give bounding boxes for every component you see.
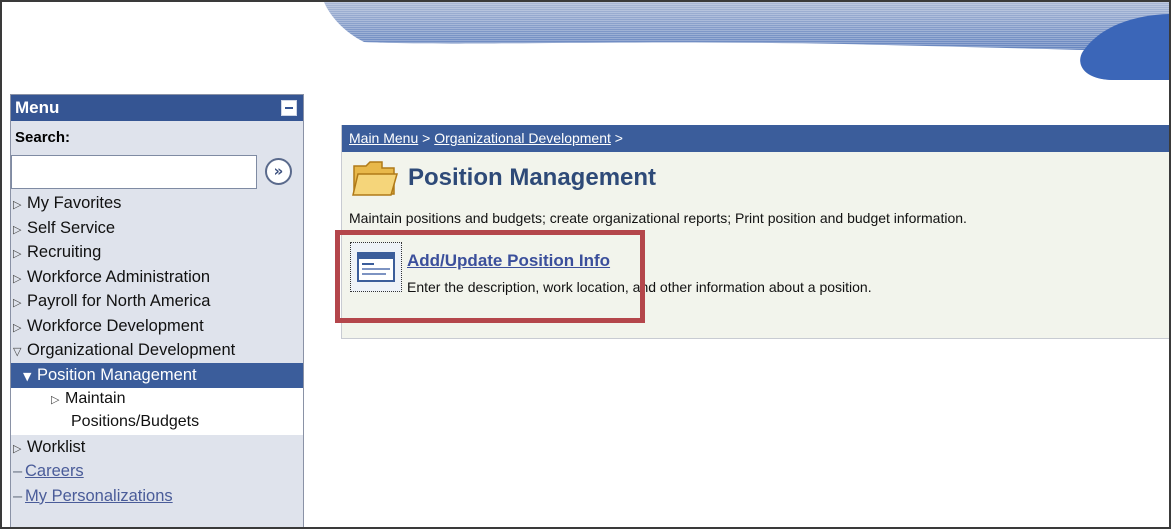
left-menu: Menu Search: » ▷ My Favorites ▷ Self Servi…	[10, 94, 304, 527]
menu-item-my-favorites[interactable]: ▷ My Favorites	[11, 191, 303, 216]
collapsed-arrow-icon: ▷	[13, 222, 22, 236]
submenu-container: ▷ Maintain Positions/Budgets	[11, 387, 303, 435]
page-header: Position Management	[342, 152, 1169, 207]
dash-icon: –	[13, 486, 23, 505]
component-window-icon[interactable]	[350, 242, 402, 292]
menu-link-label[interactable]: Careers	[25, 462, 84, 480]
menu-title: Menu	[15, 98, 60, 117]
menu-item-label-line2: Positions/Budgets	[71, 412, 200, 430]
menu-item-label: Position Management	[37, 365, 197, 384]
expanded-arrow-icon: ▽	[13, 345, 22, 358]
menu-item-organizational-development[interactable]: ▽ Organizational Development	[11, 338, 303, 363]
collapse-icon[interactable]	[281, 100, 297, 116]
collapsed-arrow-icon: ▷	[51, 392, 60, 406]
breadcrumb-organizational-development[interactable]: Organizational Development	[434, 130, 611, 146]
search-label: Search:	[15, 129, 71, 146]
app-window: Menu Search: » ▷ My Favorites ▷ Self Servi…	[0, 0, 1171, 529]
menu-item-payroll-north-america[interactable]: ▷ Payroll for North America	[11, 289, 303, 314]
menu-link-my-personalizations[interactable]: – My Personalizations	[11, 484, 303, 509]
menu-item-worklist[interactable]: ▷ Worklist	[11, 435, 303, 460]
dash-icon: –	[13, 462, 23, 480]
folder-icon	[352, 161, 398, 196]
menu-link-label[interactable]: My Personalizations	[25, 487, 173, 505]
menu-item-label: Workforce Administration	[27, 267, 211, 286]
menu-item-maintain-positions-budgets[interactable]: ▷ Maintain Positions/Budgets	[11, 388, 303, 435]
collapsed-arrow-icon: ▷	[13, 198, 22, 211]
collapsed-arrow-icon: ▷	[13, 320, 22, 334]
page-description: Maintain positions and budgets; create o…	[349, 210, 967, 226]
menu-item-recruiting[interactable]: ▷ Recruiting	[11, 240, 303, 265]
menu-header: Menu	[11, 95, 303, 121]
breadcrumb-separator: >	[610, 130, 623, 146]
page-title: Position Management	[408, 164, 657, 191]
menu-item-label: Workforce Development	[27, 316, 204, 335]
breadcrumb-main-menu[interactable]: Main Menu	[349, 130, 418, 146]
menu-item-position-management[interactable]: ▼ Position Management	[11, 362, 303, 388]
menu-list: ▷ My Favorites ▷ Self Service ▷ Recruiting …	[11, 191, 303, 508]
entry-description: Enter the description, work location, an…	[407, 279, 872, 295]
collapsed-arrow-icon: ▷	[13, 271, 22, 285]
search-input[interactable]	[11, 155, 257, 189]
main-content: Main Menu > Organizational Development >…	[341, 125, 1169, 339]
menu-item-label: Organizational Development	[27, 341, 236, 359]
component-entry: Add/Update Position Info Enter the descr…	[350, 242, 1150, 296]
search-go-icon[interactable]: »	[265, 158, 292, 185]
breadcrumb: Main Menu > Organizational Development >	[342, 125, 1169, 152]
add-update-position-info-link[interactable]: Add/Update Position Info	[407, 251, 610, 271]
collapsed-arrow-icon: ▷	[13, 441, 22, 455]
header-banner	[324, 2, 1169, 80]
menu-item-workforce-administration[interactable]: ▷ Workforce Administration	[11, 265, 303, 290]
menu-link-careers[interactable]: – Careers	[11, 459, 303, 484]
collapsed-arrow-icon: ▷	[13, 247, 22, 260]
collapsed-arrow-icon: ▷	[13, 296, 22, 309]
banner-swoosh-graphic	[324, 2, 1169, 80]
menu-item-label: Self Service	[27, 218, 116, 237]
expanded-arrow-icon: ▼	[23, 369, 32, 383]
menu-item-label: My Favorites	[27, 194, 122, 212]
menu-item-label: Payroll for North America	[27, 292, 211, 310]
breadcrumb-separator: >	[418, 130, 435, 146]
menu-item-workforce-development[interactable]: ▷ Workforce Development	[11, 314, 303, 339]
menu-item-label-line1: Maintain	[65, 389, 126, 407]
menu-item-label: Worklist	[27, 437, 86, 456]
menu-item-label: Recruiting	[27, 243, 102, 261]
search-row: »	[11, 155, 303, 191]
menu-item-self-service[interactable]: ▷ Self Service	[11, 216, 303, 241]
